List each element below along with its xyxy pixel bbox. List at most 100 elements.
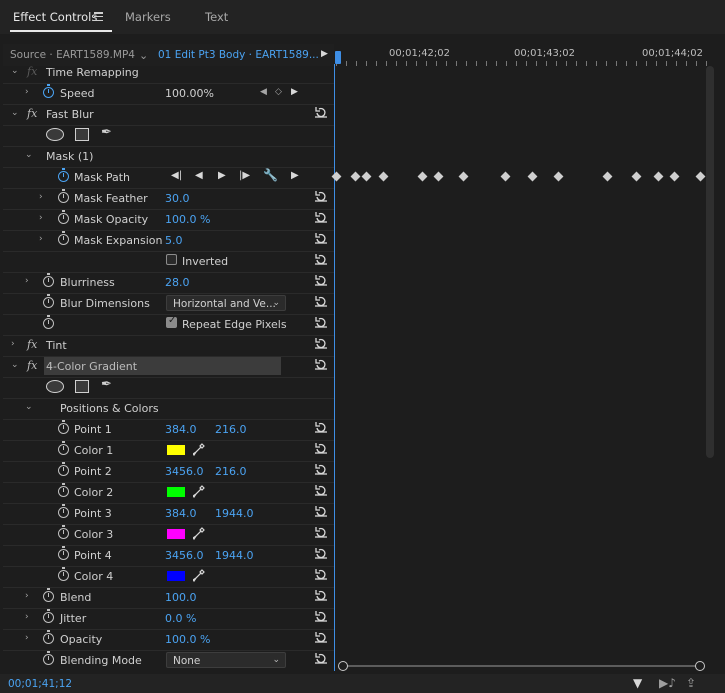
chevron-down-icon[interactable]: ⌄: [11, 66, 19, 76]
export-icon[interactable]: ⇪: [686, 676, 696, 690]
point-y-value[interactable]: 216.0: [215, 465, 247, 478]
stopwatch-icon[interactable]: [58, 483, 69, 497]
reset-parameter-icon[interactable]: [315, 631, 327, 643]
mask-expansion-value[interactable]: 5.0: [165, 234, 183, 247]
row-positions-colors[interactable]: ⌄ Positions & Colors: [3, 398, 334, 420]
reset-parameter-icon[interactable]: [315, 568, 327, 580]
stopwatch-icon[interactable]: [58, 168, 69, 182]
blur-dimensions-dropdown[interactable]: Horizontal and Ve... ⌄: [166, 295, 286, 311]
add-keyframe-icon[interactable]: ◇: [275, 87, 282, 97]
row-mask[interactable]: ⌄ Mask (1): [3, 146, 334, 168]
next-keyframe-icon[interactable]: ▶: [291, 87, 298, 97]
keyframe[interactable]: [417, 171, 428, 182]
play-only-icon[interactable]: ▶: [321, 49, 328, 59]
blurriness-value[interactable]: 28.0: [165, 276, 190, 289]
point-x-value[interactable]: 384.0: [165, 507, 197, 520]
chevron-right-icon[interactable]: ›: [39, 213, 43, 223]
stopwatch-icon[interactable]: [58, 546, 69, 560]
keyframe[interactable]: [527, 171, 538, 182]
opacity-value[interactable]: 100.0 %: [165, 633, 210, 646]
reset-parameter-icon[interactable]: [315, 190, 327, 202]
reset-parameter-icon[interactable]: [315, 442, 327, 454]
reset-effect-icon[interactable]: [315, 106, 327, 118]
pen-mask-icon[interactable]: ✒: [101, 377, 112, 392]
keyframe[interactable]: [433, 171, 444, 182]
keyframe[interactable]: [669, 171, 680, 182]
vertical-scrollbar[interactable]: [706, 66, 714, 458]
chevron-right-icon[interactable]: ›: [25, 591, 29, 601]
reset-parameter-icon[interactable]: [315, 526, 327, 538]
tab-text[interactable]: Text: [205, 10, 228, 24]
eyedropper-icon[interactable]: [193, 443, 205, 457]
stopwatch-icon[interactable]: [43, 630, 54, 644]
stopwatch-icon[interactable]: [43, 273, 54, 287]
keyframe[interactable]: [553, 171, 564, 182]
chevron-right-icon[interactable]: ›: [39, 234, 43, 244]
keyframe[interactable]: [500, 171, 511, 182]
chevron-right-icon[interactable]: ›: [39, 192, 43, 202]
reset-parameter-icon[interactable]: [315, 295, 327, 307]
reset-parameter-icon[interactable]: [315, 589, 327, 601]
stopwatch-icon[interactable]: [43, 84, 54, 98]
speed-value[interactable]: 100.00%: [165, 87, 214, 100]
eyedropper-icon[interactable]: [193, 485, 205, 499]
wrench-icon[interactable]: 🔧: [263, 168, 278, 182]
inverted-checkbox[interactable]: [166, 254, 177, 265]
reset-parameter-icon[interactable]: [315, 505, 327, 517]
fx-icon[interactable]: fx: [27, 107, 37, 120]
keyframe[interactable]: [378, 171, 389, 182]
track-forward-frame-icon[interactable]: ▶: [218, 170, 226, 181]
current-timecode[interactable]: 00;01;41;12: [8, 678, 72, 690]
keyframe[interactable]: [361, 171, 372, 182]
point-x-value[interactable]: 3456.0: [165, 549, 204, 562]
reset-parameter-icon[interactable]: [315, 316, 327, 328]
tab-effect-controls[interactable]: Effect Controls: [13, 10, 97, 24]
reset-parameter-icon[interactable]: [315, 232, 327, 244]
chevron-down-icon[interactable]: ⌄: [25, 402, 33, 412]
mask-opacity-value[interactable]: 100.0 %: [165, 213, 210, 226]
color-swatch[interactable]: [167, 445, 185, 455]
clip-selector[interactable]: 01 Edit Pt3 Body · EART1589...: [158, 49, 319, 61]
stopwatch-icon[interactable]: [58, 189, 69, 203]
fx-icon[interactable]: fx: [27, 65, 37, 78]
track-back-frame-icon[interactable]: ◀: [195, 170, 203, 181]
next-keyframe-icon[interactable]: ▶: [291, 170, 299, 181]
stopwatch-icon[interactable]: [43, 315, 54, 329]
mask-feather-value[interactable]: 30.0: [165, 192, 190, 205]
reset-parameter-icon[interactable]: [315, 484, 327, 496]
keyframe[interactable]: [695, 171, 706, 182]
chevron-right-icon[interactable]: ›: [25, 276, 29, 286]
stopwatch-icon[interactable]: [43, 651, 54, 665]
blending-mode-dropdown[interactable]: None ⌄: [166, 652, 286, 668]
keyframe[interactable]: [350, 171, 361, 182]
color-swatch[interactable]: [167, 529, 185, 539]
stopwatch-icon[interactable]: [58, 504, 69, 518]
color-swatch[interactable]: [167, 487, 185, 497]
reset-parameter-icon[interactable]: [315, 547, 327, 559]
chevron-down-icon[interactable]: ⌄: [11, 108, 19, 118]
ellipse-mask-icon[interactable]: [46, 380, 64, 393]
hamburger-menu-icon[interactable]: [94, 12, 103, 23]
reset-parameter-icon[interactable]: [315, 274, 327, 286]
scroll-handle-right[interactable]: [695, 661, 705, 671]
reset-parameter-icon[interactable]: [315, 421, 327, 433]
stopwatch-icon[interactable]: [58, 210, 69, 224]
repeat-edge-checkbox[interactable]: [166, 315, 177, 328]
filter-icon[interactable]: ▼: [633, 676, 642, 690]
stopwatch-icon[interactable]: [58, 567, 69, 581]
jitter-value[interactable]: 0.0 %: [165, 612, 196, 625]
fx-icon[interactable]: fx: [27, 338, 37, 351]
stopwatch-icon[interactable]: [43, 294, 54, 308]
reset-parameter-icon[interactable]: [315, 211, 327, 223]
prev-keyframe-icon[interactable]: ◀: [260, 87, 267, 97]
rectangle-mask-icon[interactable]: [75, 128, 89, 141]
point-x-value[interactable]: 384.0: [165, 423, 197, 436]
stopwatch-icon[interactable]: [58, 525, 69, 539]
chevron-down-icon[interactable]: ⌄: [25, 150, 33, 160]
stopwatch-icon[interactable]: [58, 462, 69, 476]
chevron-right-icon[interactable]: ›: [25, 633, 29, 643]
fx-icon[interactable]: fx: [27, 359, 37, 372]
rectangle-mask-icon[interactable]: [75, 380, 89, 393]
playhead-handle[interactable]: [335, 51, 341, 64]
point-x-value[interactable]: 3456.0: [165, 465, 204, 478]
